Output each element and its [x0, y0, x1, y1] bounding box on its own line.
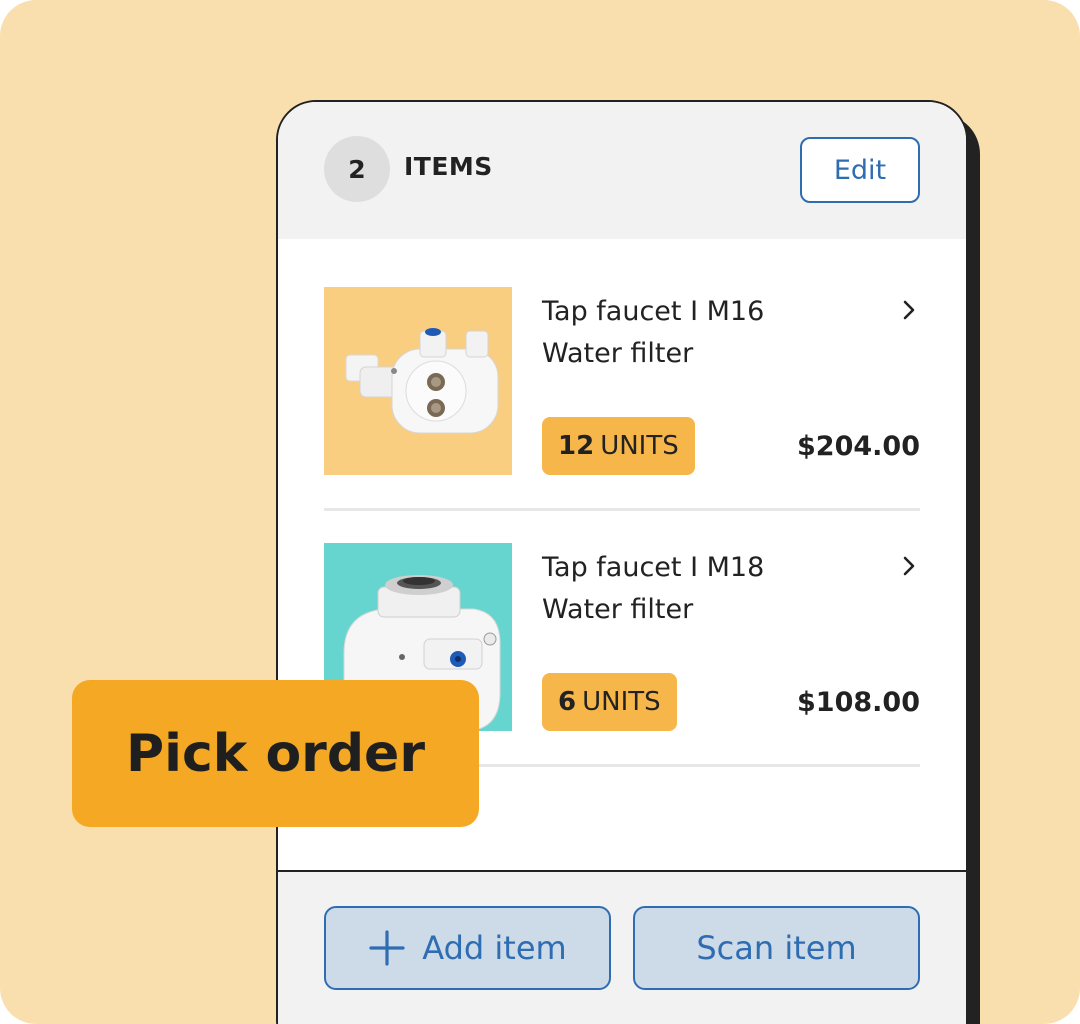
pick-order-banner: Pick order: [72, 680, 479, 827]
item-title: Tap faucet I M18 Water filter: [542, 547, 882, 631]
item-subtitle: Water filter: [542, 594, 694, 625]
edit-button[interactable]: Edit: [800, 137, 920, 203]
chevron-right-icon[interactable]: [898, 555, 920, 577]
units-count: 12: [558, 431, 595, 461]
units-count: 6: [558, 687, 577, 717]
units-label: UNITS: [600, 431, 679, 461]
item-price: $204.00: [797, 431, 920, 462]
canvas: 2 ITEMS Edit Tap faucet I M16 Water filt…: [0, 0, 1080, 1024]
units-label: UNITS: [582, 687, 661, 717]
units-badge: 6 UNITS: [542, 673, 677, 731]
divider: [324, 508, 920, 511]
plus-icon: [369, 930, 405, 966]
units-badge: 12 UNITS: [542, 417, 695, 475]
item-name: Tap faucet I M16: [542, 296, 765, 327]
scan-item-label: Scan item: [696, 929, 857, 967]
item-title: Tap faucet I M16 Water filter: [542, 291, 882, 375]
product-image: [324, 287, 512, 475]
cart-header: 2 ITEMS Edit: [278, 102, 966, 239]
action-footer: Add item Scan item: [278, 870, 966, 1024]
list-item[interactable]: Tap faucet I M16 Water filter 12 UNITS $…: [324, 287, 920, 477]
items-label: ITEMS: [404, 152, 493, 181]
phone-card: 2 ITEMS Edit Tap faucet I M16 Water filt…: [276, 100, 968, 1024]
add-item-button[interactable]: Add item: [324, 906, 611, 990]
item-name: Tap faucet I M18: [542, 552, 765, 583]
add-item-label: Add item: [422, 929, 567, 967]
item-count-badge: 2: [324, 136, 390, 202]
scan-item-button[interactable]: Scan item: [633, 906, 920, 990]
item-subtitle: Water filter: [542, 338, 694, 369]
item-price: $108.00: [797, 687, 920, 718]
chevron-right-icon[interactable]: [898, 299, 920, 321]
